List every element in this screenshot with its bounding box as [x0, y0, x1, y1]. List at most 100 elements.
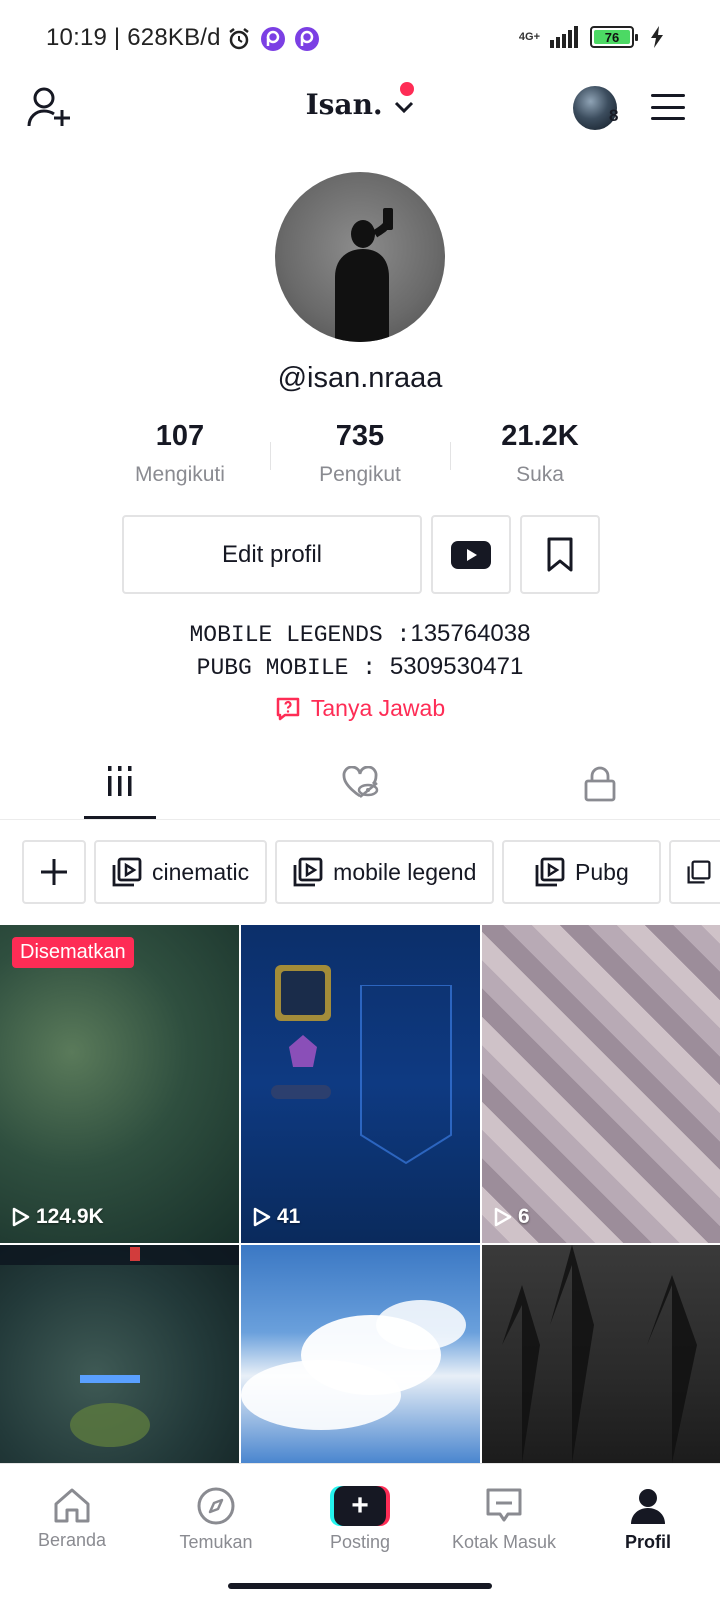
nav-discover[interactable]: Temukan: [144, 1464, 288, 1573]
hidden-heart-icon: [342, 766, 379, 798]
stat-value: 107: [155, 420, 205, 452]
stat-following[interactable]: 107 Mengikuti: [90, 418, 270, 494]
compass-icon: [197, 1487, 235, 1525]
home-icon: [54, 1488, 90, 1523]
favorites-button[interactable]: [520, 515, 600, 594]
playlist-chip[interactable]: Pubg: [502, 840, 662, 904]
create-post-button[interactable]: +: [330, 1486, 390, 1526]
status-time: 10:19 | 628KB/d: [46, 24, 221, 51]
stat-likes[interactable]: 21.2K Suka: [450, 418, 630, 494]
game-hud-image: [0, 1245, 239, 1265]
plus-icon: [41, 859, 67, 885]
youtube-icon: [451, 540, 491, 569]
tab-videos[interactable]: [0, 752, 240, 819]
bio-text: PUBG MOBILE :: [196, 655, 390, 681]
profile-bio: MOBILE LEGENDS :135764038 PUBG MOBILE : …: [0, 618, 720, 684]
question-bubble-icon: [276, 697, 300, 720]
nav-label: Temukan: [179, 1532, 253, 1552]
nav-profile[interactable]: Profil: [576, 1464, 720, 1573]
bottom-navigation: Beranda Temukan + Posting Kotak Masuk Pr…: [0, 1463, 720, 1573]
avatar-silhouette-image: [335, 208, 393, 342]
grid-icon: [108, 766, 132, 796]
nav-label: Posting: [329, 1532, 391, 1552]
tab-liked[interactable]: [240, 752, 480, 819]
youtube-link-button[interactable]: [431, 515, 511, 594]
bio-number: 135764038: [410, 620, 531, 647]
video-thumbnail[interactable]: 41: [241, 925, 480, 1243]
nav-post[interactable]: + Posting: [288, 1464, 432, 1573]
view-count: 6: [494, 1205, 530, 1229]
game-scene-image: [70, 1375, 150, 1447]
playlist-chip[interactable]: mobile legend: [275, 840, 495, 904]
account-username: Isan.: [305, 88, 383, 121]
stat-followers[interactable]: 735 Pengikut: [270, 418, 450, 494]
add-playlist-button[interactable]: [22, 840, 86, 904]
stat-label: Suka: [516, 463, 564, 486]
status-right: 4G+ 76: [519, 26, 664, 48]
edit-profile-button[interactable]: Edit profil: [122, 515, 422, 594]
playlist-chip[interactable]: [669, 840, 720, 904]
lock-icon: [584, 766, 616, 802]
tab-private[interactable]: [480, 752, 720, 819]
game-rank-image: [271, 965, 331, 1099]
view-count-value: 41: [277, 1205, 301, 1228]
profile-icon: [631, 1489, 665, 1524]
profile-header: Isan. 8: [0, 78, 720, 142]
bio-line: PUBG MOBILE : 5309530471: [0, 651, 720, 684]
playlist-icon: [293, 857, 323, 887]
alarm-icon: [229, 28, 249, 50]
inbox-icon: [486, 1488, 522, 1522]
plus-icon: +: [334, 1486, 386, 1526]
nav-label: Beranda: [37, 1530, 107, 1550]
play-icon: [494, 1207, 512, 1227]
qa-link[interactable]: Tanya Jawab: [0, 695, 720, 722]
nav-inbox[interactable]: Kotak Masuk: [432, 1464, 576, 1573]
network-type: 4G+: [518, 30, 540, 43]
picsart-icon: [295, 27, 319, 51]
battery-icon: 76: [590, 26, 638, 48]
playlist-label: Pubg: [575, 858, 629, 885]
menu-icon[interactable]: [651, 94, 685, 120]
notification-dot: [400, 82, 414, 96]
playlist-label: cinematic: [152, 858, 250, 885]
content-tabs: [0, 752, 720, 820]
playlist-chip[interactable]: cinematic: [94, 840, 268, 904]
playlist-icon: [112, 857, 142, 887]
stat-value: 21.2K: [501, 420, 579, 452]
profile-actions: Edit profil: [122, 515, 600, 594]
battery-level: 76: [594, 30, 630, 45]
status-notification-icons: [226, 26, 320, 52]
stat-value: 735: [335, 420, 385, 452]
profile-avatar[interactable]: [275, 172, 445, 342]
banner-image: [360, 985, 452, 1165]
charging-icon: [651, 26, 663, 48]
stat-label: Mengikuti: [135, 463, 225, 486]
video-thumbnail[interactable]: 6: [482, 925, 720, 1243]
forest-image: [502, 1245, 697, 1463]
qa-label: Tanya Jawab: [310, 695, 446, 721]
playlist-row: cinematic mobile legend Pubg: [22, 840, 720, 904]
view-count-value: 6: [518, 1205, 530, 1228]
video-thumbnail[interactable]: [241, 1245, 480, 1463]
video-thumbnail[interactable]: [482, 1245, 720, 1463]
play-icon: [253, 1207, 271, 1227]
bio-text: MOBILE LEGENDS :: [189, 622, 411, 648]
profile-stats: 107 Mengikuti 735 Pengikut 21.2K Suka: [90, 418, 630, 494]
signal-icon: [550, 26, 578, 48]
playlist-icon: [687, 860, 711, 884]
video-thumbnail[interactable]: [0, 1245, 239, 1463]
picsart-icon: [261, 27, 285, 51]
playlist-label: mobile legend: [333, 858, 477, 885]
home-indicator[interactable]: [228, 1583, 492, 1589]
status-bar: 10:19 | 628KB/d 4G+ 76: [0, 0, 720, 78]
bookmark-icon: [547, 537, 573, 571]
bio-number: 5309530471: [389, 653, 524, 680]
view-count: 41: [253, 1205, 300, 1229]
profile-handle: @isan.nraaa: [277, 362, 443, 394]
view-count-value: 124.9K: [36, 1205, 104, 1228]
nav-home[interactable]: Beranda: [0, 1464, 144, 1573]
pinned-badge: Disematkan: [12, 937, 134, 968]
video-thumbnail[interactable]: Disematkan 124.9K: [0, 925, 239, 1243]
stat-label: Pengikut: [319, 463, 401, 486]
nav-label: Profil: [624, 1532, 671, 1552]
